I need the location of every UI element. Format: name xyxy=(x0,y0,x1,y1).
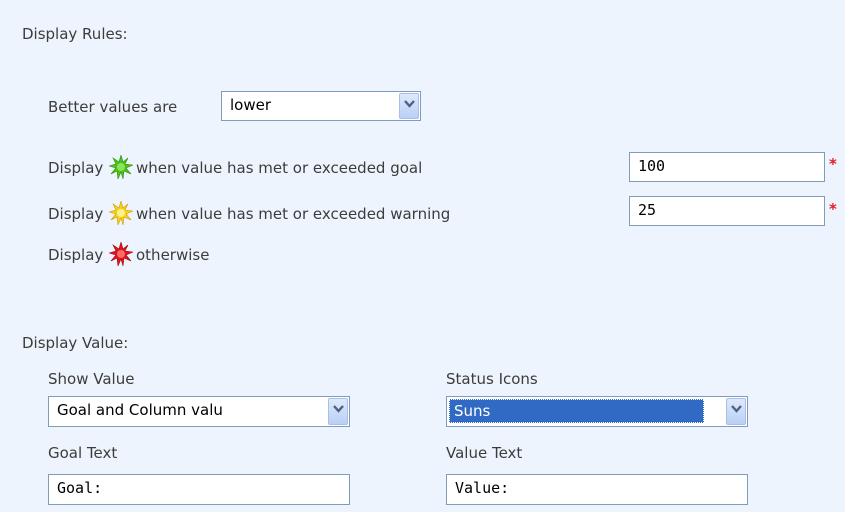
rule-warning-prefix: Display xyxy=(48,205,104,223)
rule-otherwise-text: otherwise xyxy=(136,246,210,264)
rule-goal-prefix: Display xyxy=(48,159,104,177)
show-value-dropdown-button[interactable] xyxy=(328,398,348,425)
chevron-down-icon xyxy=(404,100,415,108)
warning-required-mark: * xyxy=(829,200,837,218)
goal-text-label: Goal Text xyxy=(48,444,118,462)
status-icons-dropdown-button[interactable] xyxy=(726,398,746,425)
green-star-icon xyxy=(109,155,133,179)
goal-text-field[interactable]: Goal: xyxy=(48,474,350,505)
goal-value-field[interactable]: 100 xyxy=(629,152,825,182)
better-values-label: Better values are xyxy=(48,98,178,116)
status-icons-select[interactable]: Suns xyxy=(446,396,748,427)
goal-required-mark: * xyxy=(829,155,837,173)
value-text-label: Value Text xyxy=(446,444,523,462)
rule-goal-text: when value has met or exceeded goal xyxy=(136,159,423,177)
display-rules-heading: Display Rules: xyxy=(22,25,128,43)
better-values-dropdown-button[interactable] xyxy=(399,93,419,119)
status-icons-selected: Suns xyxy=(449,399,704,423)
better-values-selected: lower xyxy=(230,96,272,114)
red-star-icon xyxy=(109,242,133,266)
rule-otherwise-prefix: Display xyxy=(48,246,104,264)
chevron-down-icon xyxy=(333,405,344,413)
value-text-field[interactable]: Value: xyxy=(446,474,748,505)
warning-value-field[interactable]: 25 xyxy=(629,196,825,226)
yellow-star-icon xyxy=(109,201,133,225)
better-values-select[interactable]: lower xyxy=(221,91,421,121)
status-icons-label: Status Icons xyxy=(446,370,538,388)
chevron-down-icon xyxy=(731,405,742,413)
show-value-select[interactable]: Goal and Column valu xyxy=(48,396,350,427)
rule-warning-text: when value has met or exceeded warning xyxy=(136,205,451,223)
show-value-label: Show Value xyxy=(48,370,135,388)
settings-panel: Display Rules: Better values are lower D… xyxy=(0,0,845,512)
display-value-heading: Display Value: xyxy=(22,334,129,352)
show-value-selected: Goal and Column valu xyxy=(57,401,223,419)
